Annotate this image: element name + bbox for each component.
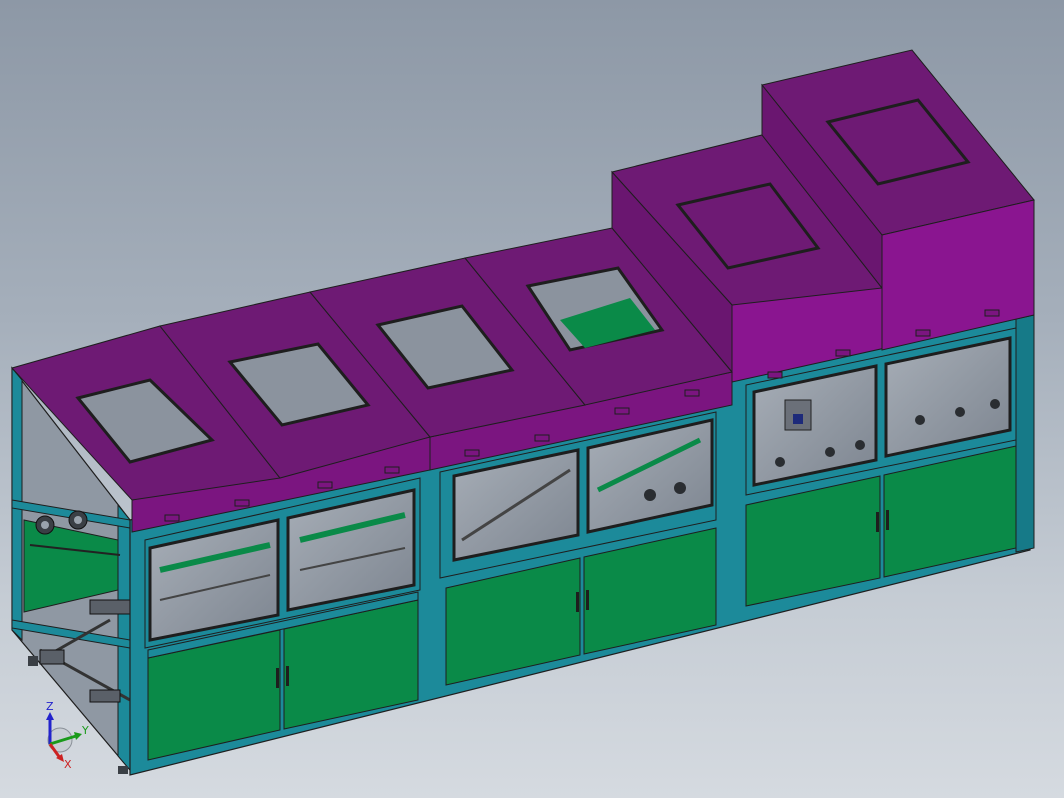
cad-viewport[interactable]: Z Y X — [0, 0, 1064, 798]
right-side-face — [1015, 307, 1035, 553]
handle-3a — [876, 512, 879, 532]
handle-3b — [886, 510, 889, 530]
x-axis-label: X — [64, 758, 72, 770]
z-axis-label: Z — [46, 700, 54, 713]
y-axis-label: Y — [81, 724, 89, 737]
handle-1b — [286, 666, 289, 686]
y-axis-head — [74, 732, 82, 740]
machine-assembly-model[interactable] — [0, 0, 1064, 798]
handle-2b — [586, 590, 589, 610]
z-axis-head — [46, 712, 54, 720]
orientation-triad[interactable]: Z Y X — [38, 700, 98, 770]
handle-2a — [576, 592, 579, 612]
handle-1a — [276, 668, 279, 688]
